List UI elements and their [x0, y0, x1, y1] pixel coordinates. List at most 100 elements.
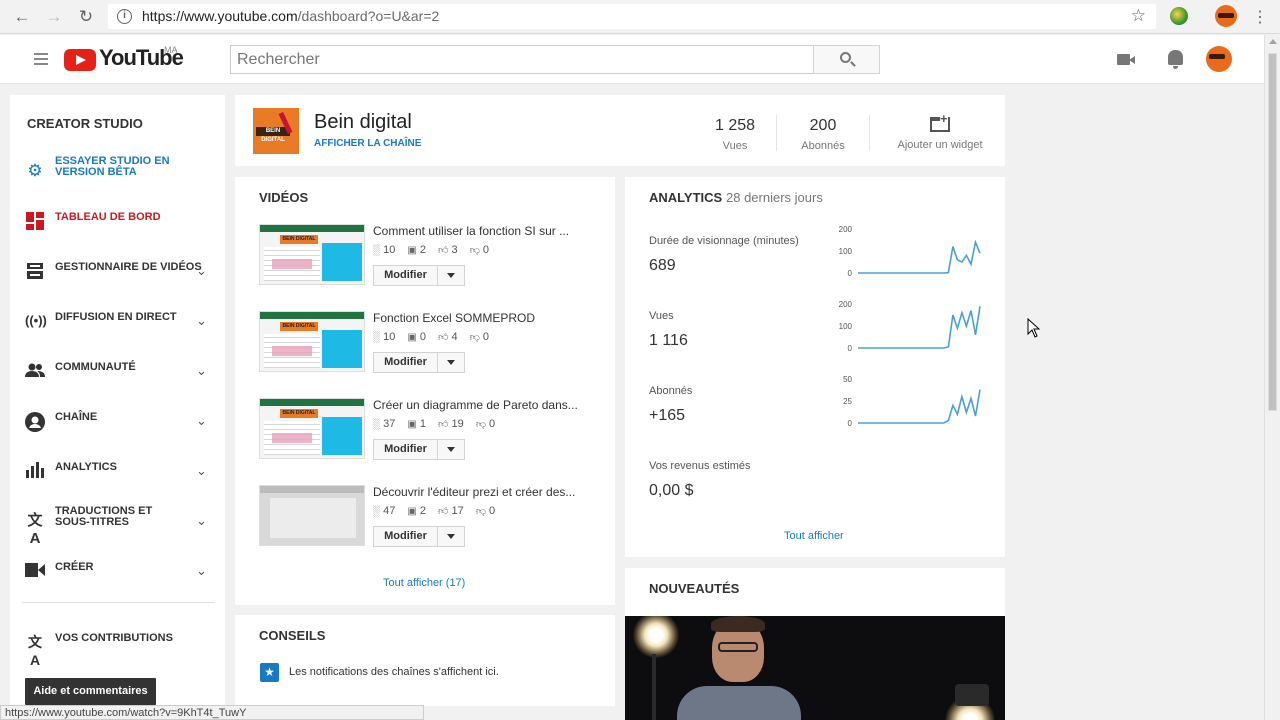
sidebar-item-create[interactable]: CRÉER ⌄	[10, 550, 225, 590]
chevron-down-icon[interactable]: ⌄	[196, 513, 207, 529]
sidebar-item-channel[interactable]: CHAÎNE ⌄	[10, 400, 225, 440]
video-thumbnail[interactable]: BEIN DIGITAL	[259, 224, 365, 285]
browser-toolbar: ← → ↻ i https://www.youtube.com/dashboar…	[0, 0, 1280, 34]
edit-video-button[interactable]: Modifier	[373, 265, 465, 286]
news-video-thumbnail[interactable]	[625, 616, 1005, 720]
video-title[interactable]: Créer un diagramme de Pareto dans...	[373, 398, 578, 412]
contributions-icon: 文A	[28, 634, 42, 668]
comment-icon: ▣	[407, 245, 417, 256]
info-icon[interactable]: i	[117, 9, 132, 24]
light-stand	[652, 654, 656, 720]
chevron-down-icon[interactable]: ⌄	[196, 413, 207, 429]
back-arrow-icon[interactable]: ←	[12, 7, 32, 27]
video-title[interactable]: Fonction Excel SOMMEPROD	[373, 311, 535, 325]
sidebar-item-community[interactable]: COMMUNAUTÉ ⌄	[10, 350, 225, 390]
thumbs-down-icon: 👎︎	[469, 245, 480, 256]
chevron-down-icon[interactable]: ⌄	[196, 563, 207, 579]
sidebar-item-label: CHAÎNE	[55, 411, 98, 423]
channel-avatar[interactable]: BEIN DIGITAL	[253, 108, 299, 154]
sidebar-item-label: CRÉER	[55, 561, 94, 573]
edit-video-button[interactable]: Modifier	[373, 526, 465, 547]
bookmark-star-icon[interactable]: ☆	[1131, 6, 1146, 26]
tips-title: CONSEILS	[259, 628, 326, 643]
mouse-cursor-icon	[1027, 318, 1041, 338]
videos-title: VIDÉOS	[259, 190, 309, 205]
edit-video-button[interactable]: Modifier	[373, 352, 465, 373]
videos-card: VIDÉOS BEIN DIGITAL Comment utiliser la …	[235, 177, 615, 605]
chevron-down-icon[interactable]: ⌄	[196, 313, 207, 329]
video-item: BEIN DIGITAL Fonction Excel SOMMEPROD ░ 1…	[259, 311, 599, 375]
search-button[interactable]	[813, 45, 880, 74]
search-box[interactable]	[230, 45, 814, 74]
address-bar[interactable]: i https://www.youtube.com/dashboard?o=U&…	[108, 4, 1156, 29]
youtube-logo-icon[interactable]	[64, 49, 96, 71]
dropdown-caret-icon[interactable]	[447, 447, 455, 452]
add-widget-label: Ajouter un widget	[897, 139, 983, 151]
scroll-up-arrow-icon[interactable]	[1269, 39, 1277, 44]
sidebar-item-contributions[interactable]: 文A VOS CONTRIBUTIONS	[10, 621, 225, 669]
browser-profile-avatar[interactable]	[1215, 5, 1237, 27]
comment-icon: ▣	[407, 419, 417, 430]
subscribers-sparkline[interactable]: 50 25 0	[830, 375, 985, 431]
thumbs-down-icon: 👎︎	[469, 332, 480, 343]
video-title[interactable]: Comment utiliser la fonction SI sur ...	[373, 224, 569, 238]
add-widget-button[interactable]: Ajouter un widget	[890, 139, 990, 151]
upload-video-icon[interactable]	[1117, 54, 1135, 65]
extension-globe-icon[interactable]	[1170, 7, 1188, 25]
create-icon	[25, 562, 45, 580]
hamburger-menu-icon[interactable]	[34, 53, 48, 68]
tip-star-icon: ★	[260, 663, 279, 682]
sparkline-tick-label: 25	[843, 397, 852, 406]
subscribers-stat: 200 Abonnés	[793, 117, 853, 152]
dropdown-caret-icon[interactable]	[447, 360, 455, 365]
views-metric-label: Vues	[649, 310, 674, 322]
chevron-down-icon[interactable]: ⌄	[196, 363, 207, 379]
edit-video-button[interactable]: Modifier	[373, 439, 465, 460]
search-icon	[840, 52, 851, 63]
video-stats: ░ 10 ▣ 0 👍︎ 4 👎︎ 0	[373, 331, 489, 343]
channel-name[interactable]: Bein digital	[314, 111, 412, 134]
page-scrollbar[interactable]	[1264, 35, 1280, 720]
video-thumbnail[interactable]: BEIN DIGITAL	[259, 311, 365, 372]
sparkline-tick-label: 100	[839, 322, 853, 331]
add-widget-icon[interactable]	[930, 113, 950, 132]
browser-menu-icon[interactable]: ⋮	[1252, 7, 1268, 27]
analytics-see-all-link[interactable]: Tout afficher	[784, 530, 844, 542]
sidebar-item-analytics[interactable]: ANALYTICS ⌄	[10, 450, 225, 490]
sidebar-divider	[22, 602, 215, 603]
sidebar-item-label: TRADUCTIONS ET SOUS-TITRES	[55, 505, 153, 528]
news-card: NOUVEAUTÉS	[625, 568, 1005, 720]
video-item: BEIN DIGITAL Créer un diagramme de Paret…	[259, 398, 599, 462]
video-title[interactable]: Découvrir l'éditeur prezi et créer des..…	[373, 485, 575, 499]
sidebar-item-live[interactable]: ((•)) DIFFUSION EN DIRECT ⌄	[10, 300, 225, 340]
chevron-down-icon[interactable]: ⌄	[196, 263, 207, 279]
video-stats: ░ 37 ▣ 1 👍︎ 19 👎︎ 0	[373, 418, 496, 430]
sidebar-title: CREATOR STUDIO	[27, 116, 143, 131]
views-sparkline[interactable]: 200 100 0	[830, 300, 985, 356]
scrollbar-thumb[interactable]	[1268, 53, 1277, 411]
sidebar-item-label: VOS CONTRIBUTIONS	[55, 632, 173, 644]
revenue-label: Vos revenus estimés	[649, 460, 751, 472]
sidebar-item-translations[interactable]: 文A TRADUCTIONS ET SOUS-TITRES ⌄	[10, 500, 225, 548]
account-avatar[interactable]	[1206, 46, 1232, 72]
help-feedback-button[interactable]: Aide et commentaires	[25, 678, 156, 705]
sidebar-item-video-manager[interactable]: GESTIONNAIRE DE VIDÉOS ⌄	[10, 250, 225, 290]
watch-time-sparkline[interactable]: 200 100 0	[830, 225, 985, 281]
videos-see-all-link[interactable]: Tout afficher (17)	[383, 577, 465, 589]
view-channel-link[interactable]: AFFICHER LA CHAÎNE	[314, 138, 421, 149]
video-thumbnail[interactable]	[259, 485, 365, 546]
sidebar-item-studio-beta[interactable]: ⚙ ESSAYER STUDIO EN VERSION BÊTA	[10, 150, 225, 190]
presenter-shirt	[677, 686, 801, 720]
notifications-bell-icon[interactable]	[1168, 50, 1183, 69]
url-text[interactable]: https://www.youtube.com/dashboard?o=U&ar…	[142, 8, 439, 24]
video-manager-icon	[25, 262, 45, 280]
video-thumbnail[interactable]: BEIN DIGITAL	[259, 398, 365, 459]
dropdown-caret-icon[interactable]	[447, 534, 455, 539]
forward-arrow-icon[interactable]: →	[44, 7, 64, 27]
sidebar-item-dashboard[interactable]: TABLEAU DE BORD	[10, 200, 225, 240]
comment-icon: ▣	[407, 332, 417, 343]
dropdown-caret-icon[interactable]	[447, 273, 455, 278]
search-input[interactable]	[231, 46, 813, 73]
chevron-down-icon[interactable]: ⌄	[196, 463, 207, 479]
reload-icon[interactable]: ↻	[76, 7, 96, 27]
